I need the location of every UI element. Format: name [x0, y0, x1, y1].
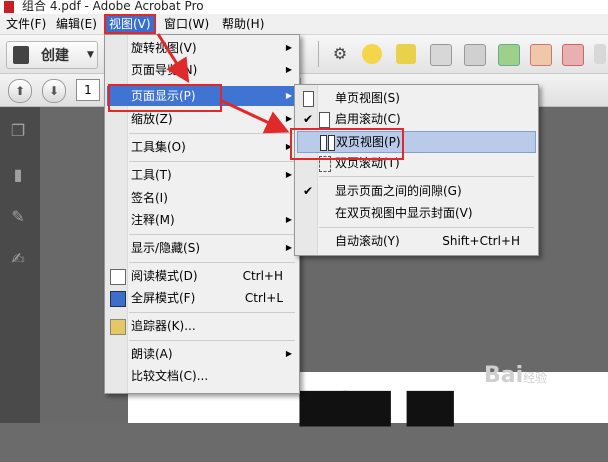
- arrow-to-page-display: [156, 33, 190, 84]
- annotation-arrows: [156, 33, 290, 134]
- arrow-to-two-page: [219, 98, 290, 134]
